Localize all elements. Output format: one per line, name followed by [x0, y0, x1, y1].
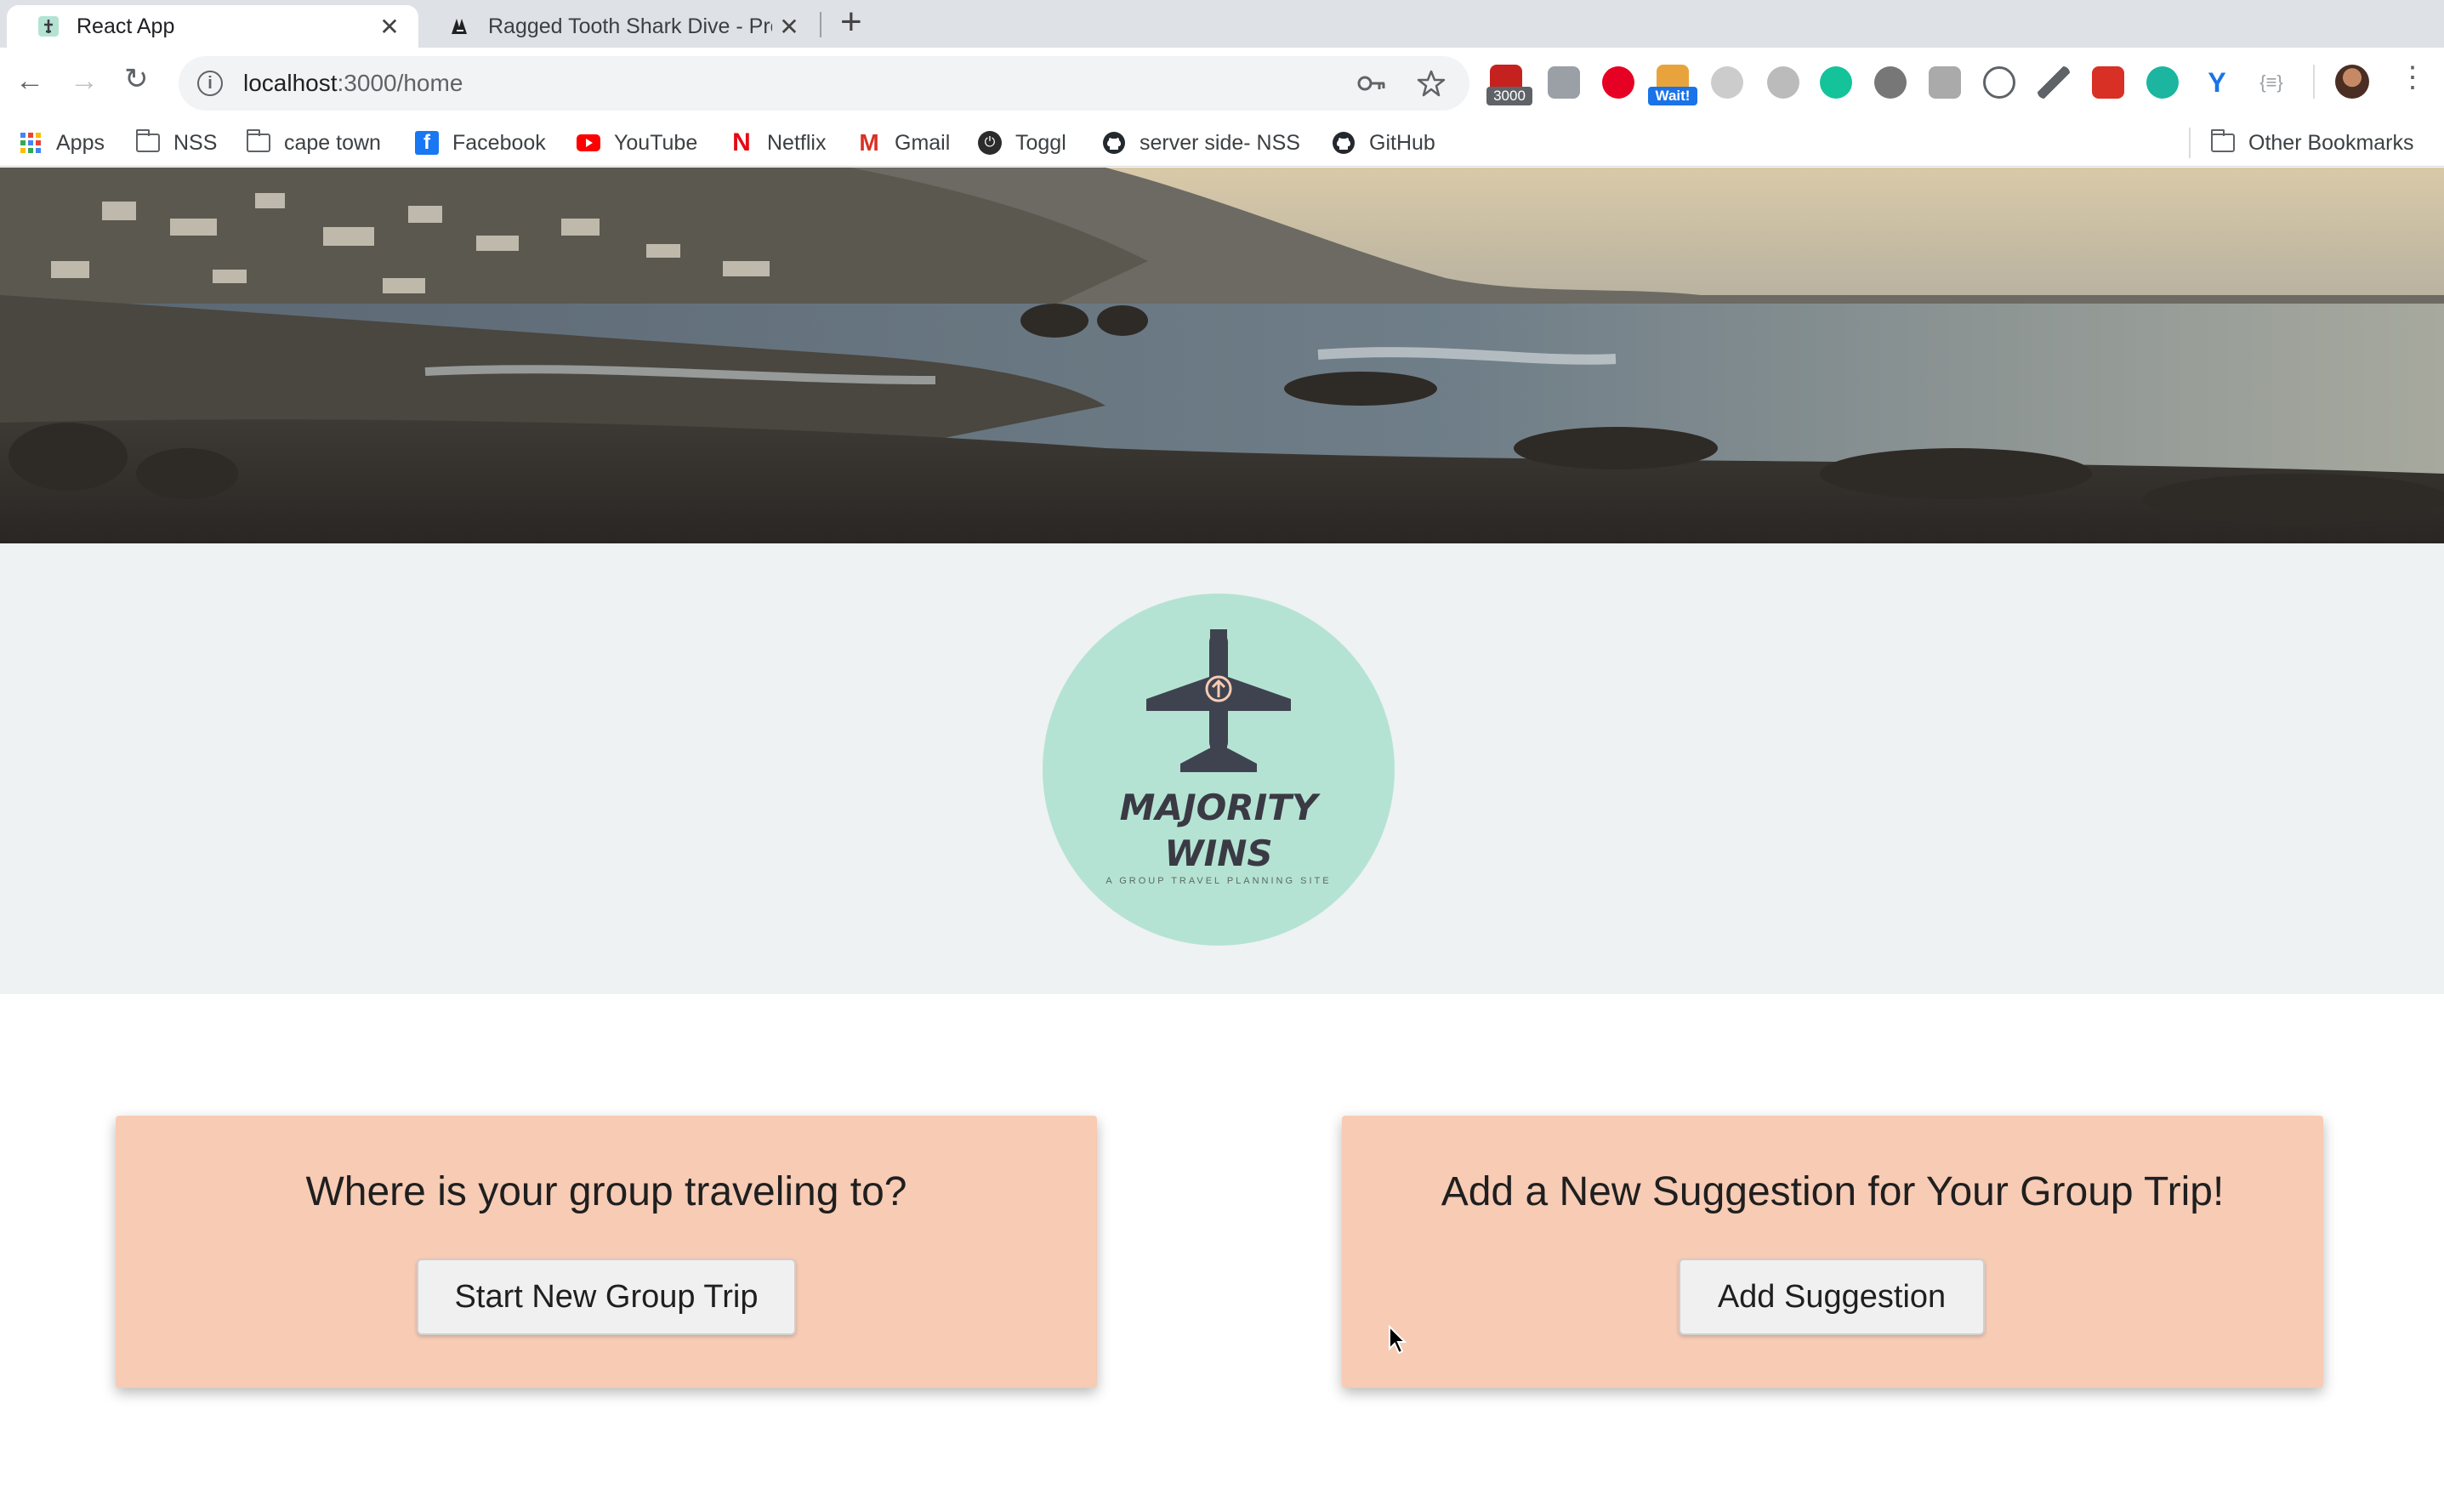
bookmark-label: Toggl [1015, 130, 1066, 155]
close-tab-icon[interactable]: ✕ [772, 13, 806, 41]
start-new-group-trip-button[interactable]: Start New Group Trip [417, 1259, 796, 1335]
toggl-icon: ⏻ [978, 131, 1002, 155]
add-suggestion-card: Add a New Suggestion for Your Group Trip… [1342, 1116, 2323, 1388]
start-trip-card: Where is your group traveling to? Start … [116, 1116, 1097, 1388]
tab-strip: React App ✕ Ragged Tooth Shark Dive - Pr… [0, 0, 2444, 48]
card-heading: Add a New Suggestion for Your Group Trip… [1441, 1169, 2225, 1214]
apps-grid-icon [19, 131, 43, 155]
bookmark-toggl[interactable]: ⏻ Toggl [978, 119, 1066, 167]
bookmark-cape-town[interactable]: cape town [247, 119, 381, 167]
add-suggestion-button[interactable]: Add Suggestion [1679, 1259, 1985, 1335]
pinterest-icon[interactable] [1602, 66, 1634, 99]
logo-line2: WINS [1164, 833, 1273, 874]
bookmark-label: Gmail [895, 130, 951, 155]
bookmark-github[interactable]: GitHub [1332, 119, 1435, 167]
extension-brackets-icon[interactable]: {≡} [2255, 66, 2288, 99]
card-heading: Where is your group traveling to? [305, 1169, 907, 1214]
profile-avatar-icon[interactable] [2335, 65, 2369, 99]
bookmark-apps[interactable]: Apps [19, 119, 105, 167]
majority-wins-logo: MAJORITY WINS A GROUP TRAVEL PLANNING SI… [1043, 594, 1395, 946]
bookmark-other-bookmarks[interactable]: Other Bookmarks [2211, 119, 2414, 167]
bookmarks-bar: Apps NSS cape town f Facebook YouTube N … [0, 119, 2444, 167]
extension-teal-icon[interactable] [2146, 66, 2179, 99]
tab-react-app[interactable]: React App ✕ [7, 5, 418, 48]
browser-toolbar: ← → ↻ i localhost:3000/home 3000 Wait! Y… [0, 48, 2444, 119]
info-icon[interactable]: i [197, 71, 223, 96]
back-arrow-icon[interactable]: ← [15, 66, 44, 95]
grammarly-icon[interactable] [1820, 66, 1852, 99]
coastal-rocks-photo [0, 168, 2444, 543]
extension-eye-icon[interactable] [1874, 66, 1907, 99]
react-favicon-icon [38, 16, 59, 37]
extension-badge: 3000 [1486, 87, 1532, 105]
folder-icon [2211, 129, 2235, 155]
address-bar[interactable]: i localhost:3000/home [179, 56, 1469, 111]
eyedropper-icon[interactable] [2038, 66, 2070, 99]
bookmark-label: server side- NSS [1140, 130, 1300, 155]
bookmark-label: Facebook [452, 130, 546, 155]
bookmark-netflix[interactable]: N Netflix [730, 119, 826, 167]
tab-title: React App [77, 14, 175, 38]
bookmark-label: Apps [56, 130, 105, 155]
bookmark-label: Other Bookmarks [2248, 130, 2414, 155]
bookmark-youtube[interactable]: YouTube [577, 119, 697, 167]
bookmark-label: cape town [284, 130, 381, 155]
tab-divider [820, 12, 821, 37]
key-icon[interactable] [1357, 71, 1386, 95]
folder-icon [247, 129, 270, 155]
github-icon [1102, 131, 1126, 155]
youtube-icon [577, 131, 600, 155]
toolbar-divider [2313, 65, 2315, 99]
bookmarks-divider [2189, 128, 2191, 158]
bookmark-label: GitHub [1369, 130, 1435, 155]
bookmark-label: YouTube [614, 130, 698, 155]
bookmark-label: NSS [173, 130, 218, 155]
bookmark-label: Netflix [767, 130, 827, 155]
extension-y-icon[interactable]: Y [2201, 66, 2233, 99]
close-tab-icon[interactable]: ✕ [372, 13, 406, 41]
extension-circle-icon[interactable] [1767, 66, 1799, 99]
bookmark-nss[interactable]: NSS [136, 119, 217, 167]
extension-grid-icon[interactable] [1929, 66, 1961, 99]
star-icon[interactable] [1417, 69, 1446, 98]
menu-kebab-icon[interactable]: ⋮ [2398, 63, 2427, 92]
logo-tagline: A GROUP TRAVEL PLANNING SITE [1105, 876, 1332, 886]
extension-chat-icon[interactable] [1983, 66, 2015, 99]
logo-band: MAJORITY WINS A GROUP TRAVEL PLANNING SI… [0, 543, 2444, 994]
shark-favicon-icon [452, 19, 467, 34]
extension-grey-icon[interactable] [1548, 66, 1580, 99]
extension-red-icon[interactable] [2092, 66, 2124, 99]
extension-vimium-icon[interactable] [1711, 66, 1743, 99]
gmail-icon: M [859, 129, 879, 156]
plus-icon[interactable]: + [840, 3, 862, 41]
tab-title: Ragged Tooth Shark Dive - Pro [488, 14, 772, 38]
mouse-cursor-icon [1389, 1325, 1407, 1355]
extension-badge: Wait! [1648, 87, 1697, 105]
address-url: localhost:3000/home [243, 70, 463, 96]
netflix-icon: N [732, 128, 751, 156]
reload-icon[interactable]: ↻ [124, 65, 149, 94]
bookmark-server-side-nss[interactable]: server side- NSS [1102, 119, 1300, 167]
tab-shark-dive[interactable]: Ragged Tooth Shark Dive - Pro ✕ [418, 5, 818, 48]
logo-line1: MAJORITY [1119, 787, 1318, 828]
bookmark-facebook[interactable]: f Facebook [415, 119, 546, 167]
bookmark-gmail[interactable]: M Gmail [857, 119, 950, 167]
folder-icon [136, 129, 160, 155]
facebook-icon: f [415, 131, 439, 155]
forward-arrow-icon[interactable]: → [70, 66, 99, 95]
airplane-icon [1146, 629, 1291, 772]
github-icon [1332, 131, 1356, 155]
